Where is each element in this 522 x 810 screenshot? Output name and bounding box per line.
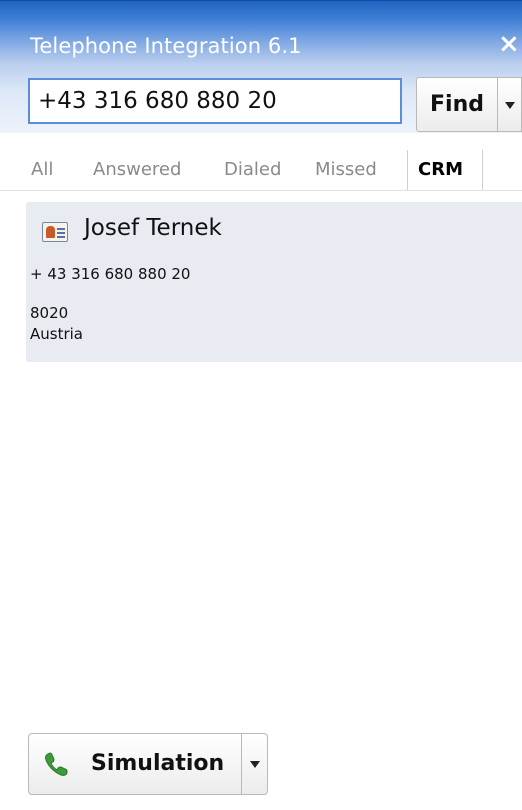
simulation-label: Simulation: [91, 751, 225, 776]
find-button[interactable]: Find: [416, 77, 498, 132]
tab-all[interactable]: All: [31, 150, 53, 190]
tab-crm[interactable]: CRM: [407, 150, 483, 190]
close-icon[interactable]: ×: [498, 29, 522, 59]
contact-postal-code: 8020: [30, 304, 69, 322]
contact-phone: + 43 316 680 880 20: [30, 265, 191, 283]
phone-search-input[interactable]: [28, 78, 402, 124]
call-filter-tabs: All Answered Dialed Missed CRM: [0, 150, 522, 191]
chevron-down-icon: [504, 101, 515, 109]
simulation-dropdown-button[interactable]: [242, 733, 268, 795]
phone-icon: [45, 752, 68, 776]
tab-answered[interactable]: Answered: [93, 150, 181, 190]
tab-dialed[interactable]: Dialed: [224, 150, 281, 190]
tab-missed[interactable]: Missed: [315, 150, 377, 190]
find-dropdown-button[interactable]: [498, 77, 522, 132]
contact-name: Josef Ternek: [84, 215, 222, 241]
title-bar: Telephone Integration 6.1 × Find: [0, 0, 522, 133]
chevron-down-icon: [249, 761, 260, 768]
simulation-button[interactable]: Simulation: [28, 733, 242, 795]
contact-country: Austria: [30, 325, 83, 343]
window-title: Telephone Integration 6.1: [30, 34, 302, 58]
contact-card-icon: [42, 222, 68, 242]
crm-contact-result[interactable]: Josef Ternek + 43 316 680 880 20 8020 Au…: [26, 202, 522, 362]
telephone-integration-window: Telephone Integration 6.1 × Find All Ans…: [0, 0, 522, 810]
